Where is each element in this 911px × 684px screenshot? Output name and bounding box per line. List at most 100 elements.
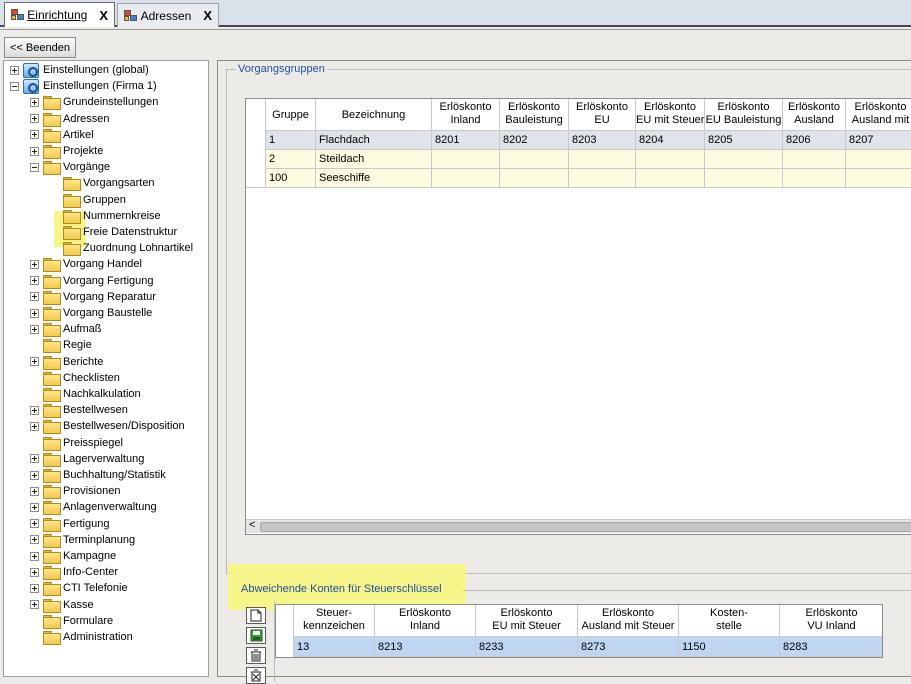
tree-item[interactable]: Kampagne xyxy=(30,548,116,564)
tree-item[interactable]: Einstellungen (Firma 1) xyxy=(10,78,157,94)
expand-icon[interactable] xyxy=(30,276,39,286)
tree-item[interactable]: Grundeinstellungen xyxy=(30,94,158,111)
new-record-button[interactable] xyxy=(246,607,266,624)
tree-item[interactable]: Bestellwesen/Disposition xyxy=(30,418,185,435)
expand-icon[interactable] xyxy=(30,259,39,269)
expand-icon[interactable] xyxy=(30,567,39,577)
expand-icon[interactable] xyxy=(30,551,39,561)
tree-item[interactable]: Regie xyxy=(30,337,92,354)
tree-item[interactable]: Vorgangsarten xyxy=(50,175,155,192)
table-cell[interactable] xyxy=(783,150,846,169)
table-cell[interactable]: 100 xyxy=(266,169,316,188)
table-cell[interactable] xyxy=(783,169,846,188)
tab-einrichtung[interactable]: Einrichtung X xyxy=(4,2,115,27)
expand-icon[interactable] xyxy=(30,405,39,415)
tree-item[interactable]: Preisspiegel xyxy=(30,435,123,451)
tree-item[interactable]: Berichte xyxy=(30,354,103,370)
vorgangsgruppen-grid[interactable]: Gruppe Bezeichnung Erlöskonto Inland Erlösko… xyxy=(245,98,911,535)
table-cell[interactable]: 8207 xyxy=(846,131,911,150)
table-cell[interactable] xyxy=(432,150,500,169)
save-button[interactable] xyxy=(246,627,266,644)
scrollbar-thumb[interactable] xyxy=(260,522,911,532)
table-cell[interactable]: 1 xyxy=(266,131,316,150)
tree-item[interactable]: Einstellungen (global) xyxy=(10,62,149,78)
column-header[interactable]: Erlöskonto Ausland mit Steuer xyxy=(578,605,679,637)
table-cell[interactable]: 8206 xyxy=(783,131,846,150)
expand-icon[interactable] xyxy=(10,65,19,75)
tree-item[interactable]: Gruppen xyxy=(50,192,126,208)
tree-item[interactable]: Vorgang Baustelle xyxy=(30,305,152,321)
tree-item[interactable]: Info-Center xyxy=(30,564,118,581)
tab-adressen[interactable]: Adressen X xyxy=(117,3,219,27)
expand-icon[interactable] xyxy=(30,324,39,334)
tree-item[interactable]: Projekte xyxy=(30,143,103,159)
column-header[interactable]: Erlöskonto VU Inland xyxy=(780,605,882,637)
horizontal-scrollbar[interactable]: < xyxy=(246,519,911,533)
expand-icon[interactable] xyxy=(30,114,39,124)
collapse-icon[interactable] xyxy=(10,81,19,91)
expand-icon[interactable] xyxy=(30,292,39,302)
expand-icon[interactable] xyxy=(30,146,39,156)
column-header[interactable]: Erlöskonto EU Bauleistung xyxy=(705,99,783,131)
table-cell[interactable] xyxy=(569,169,636,188)
column-header[interactable]: Erlöskonto Bauleistung xyxy=(500,99,569,131)
table-cell[interactable]: 2 xyxy=(266,150,316,169)
table-cell[interactable] xyxy=(636,150,705,169)
tree-item[interactable]: Buchhaltung/Statistik xyxy=(30,467,166,483)
table-cell[interactable] xyxy=(846,150,911,169)
column-header[interactable]: Erlöskonto EU mit Steuer xyxy=(476,605,578,637)
expand-icon[interactable] xyxy=(30,357,39,367)
settings-tree[interactable]: Einstellungen (global) Einstellungen (Fir… xyxy=(3,60,209,677)
tree-item[interactable]: Lagerverwaltung xyxy=(30,451,144,467)
expand-icon[interactable] xyxy=(30,421,39,431)
column-header[interactable]: Erlöskonto Ausland xyxy=(783,99,846,131)
expand-icon[interactable] xyxy=(30,600,39,610)
table-cell[interactable]: Seeschiffe xyxy=(316,169,432,188)
tree-item[interactable]: Adressen xyxy=(30,111,109,127)
table-cell[interactable] xyxy=(705,169,783,188)
table-cell[interactable]: 8202 xyxy=(500,131,569,150)
table-cell[interactable] xyxy=(432,169,500,188)
close-icon[interactable]: X xyxy=(99,8,108,23)
delete-button[interactable] xyxy=(246,647,266,664)
tree-item[interactable]: Freie Datenstruktur xyxy=(50,224,177,240)
column-header[interactable]: Bezeichnung xyxy=(316,99,432,131)
expand-icon[interactable] xyxy=(30,502,39,512)
table-cell[interactable]: 8213 xyxy=(375,637,476,657)
table-cell[interactable]: Flachdach xyxy=(316,131,432,150)
expand-icon[interactable] xyxy=(30,486,39,496)
table-cell[interactable]: 8283 xyxy=(780,637,882,657)
tree-item[interactable]: Zuordnung Lohnartikel xyxy=(50,240,193,257)
tree-item[interactable]: Checklisten xyxy=(30,370,120,386)
konten-grid[interactable]: Steuer-kennzeichen Erlöskonto Inland Erlösk… xyxy=(275,604,883,658)
table-cell[interactable]: 1150 xyxy=(679,637,780,657)
column-header[interactable]: Erlöskonto Ausland mit xyxy=(846,99,911,131)
expand-icon[interactable] xyxy=(30,519,39,529)
tree-item[interactable]: Formulare xyxy=(30,613,113,629)
table-cell[interactable] xyxy=(500,150,569,169)
expand-icon[interactable] xyxy=(30,130,39,140)
table-cell[interactable] xyxy=(569,150,636,169)
column-header[interactable]: Kosten-stelle xyxy=(679,605,780,637)
collapse-icon[interactable] xyxy=(30,162,39,172)
tree-item[interactable]: Bestellwesen xyxy=(30,402,128,419)
tree-item[interactable]: Administration xyxy=(30,629,133,645)
table-cell[interactable] xyxy=(500,169,569,188)
table-cell[interactable] xyxy=(636,169,705,188)
table-cell[interactable]: 8233 xyxy=(476,637,578,657)
column-header[interactable]: Erlöskonto EU xyxy=(569,99,636,131)
table-cell[interactable] xyxy=(846,169,911,188)
table-cell[interactable]: 8205 xyxy=(705,131,783,150)
expand-icon[interactable] xyxy=(30,583,39,593)
back-button[interactable]: << Beenden xyxy=(4,37,76,58)
scroll-left-arrow[interactable]: < xyxy=(249,519,255,531)
tree-item[interactable]: Kasse xyxy=(30,597,94,613)
tree-item[interactable]: Nummernkreise xyxy=(50,208,161,224)
table-cell[interactable]: 8273 xyxy=(578,637,679,657)
tree-item[interactable]: Anlagenverwaltung xyxy=(30,499,157,516)
tree-item[interactable]: Vorgänge xyxy=(30,159,110,176)
column-header[interactable]: Steuer-kennzeichen xyxy=(294,605,375,637)
tree-item[interactable]: Aufmaß xyxy=(30,321,102,338)
tree-item[interactable]: Artikel xyxy=(30,127,94,143)
table-cell[interactable]: 8203 xyxy=(569,131,636,150)
